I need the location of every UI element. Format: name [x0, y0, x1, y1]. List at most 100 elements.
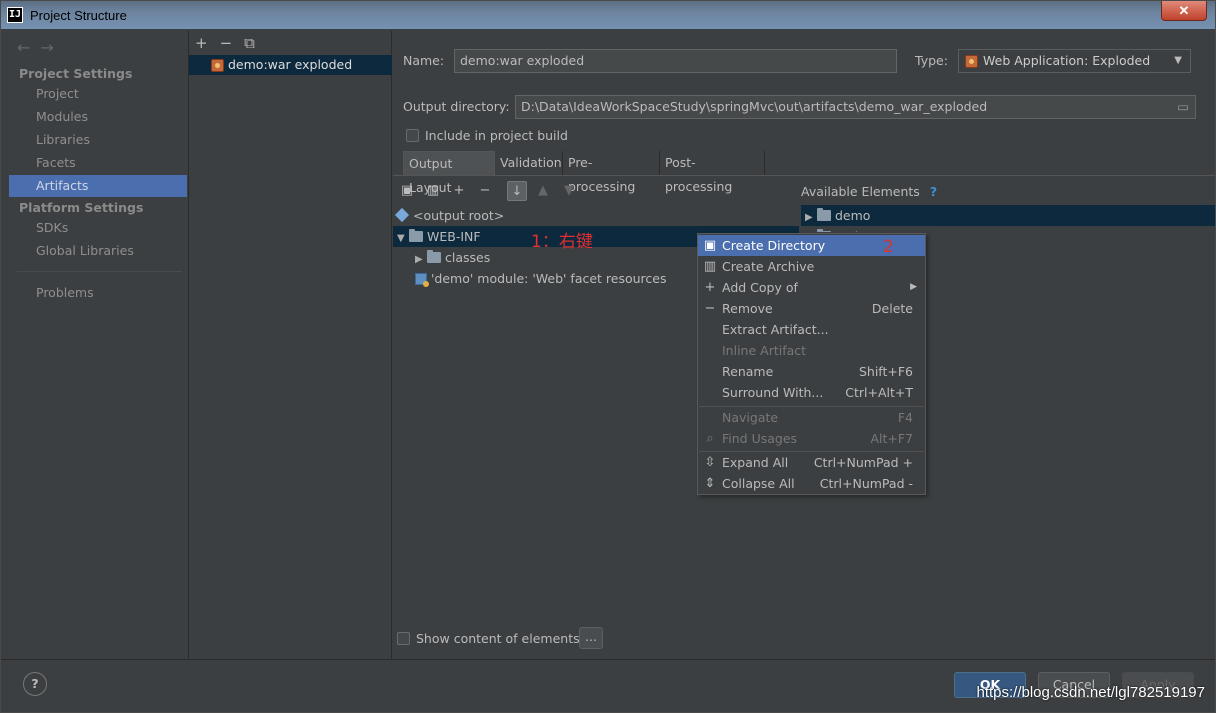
menu-item-extract-artifact[interactable]: Extract Artifact...	[698, 319, 925, 340]
more-options-button[interactable]: ...	[579, 627, 603, 649]
archive-icon: ▥	[703, 259, 717, 274]
tab-post-processing[interactable]: Post-processing	[660, 151, 765, 194]
folder-add-icon: ▣	[703, 238, 717, 253]
archive-icon[interactable]: ▥	[423, 181, 443, 201]
new-folder-icon[interactable]: ▣	[397, 181, 417, 201]
artifacts-list-panel: +−⧉ demo:war exploded	[189, 31, 392, 659]
type-dropdown[interactable]: Web Application: Exploded ▼	[958, 49, 1191, 73]
menu-item-inline-artifact[interactable]: Inline Artifact	[698, 340, 925, 361]
artifact-item-label: demo:war exploded	[228, 57, 353, 72]
sidebar-item-libraries[interactable]: Libraries	[9, 129, 187, 151]
menu-item-find-usages[interactable]: ⌕ Find Usages Alt+F7	[698, 428, 925, 449]
forward-arrow-icon[interactable]: →	[40, 38, 63, 57]
tab-validation[interactable]: Validation	[495, 151, 563, 175]
collapsed-triangle-icon[interactable]: ▶	[805, 207, 817, 228]
settings-sidebar: ←→ Project Settings Project Modules Libr…	[9, 31, 189, 659]
nav-arrows: ←→	[17, 38, 64, 57]
output-directory-field[interactable]: D:\Data\IdeaWorkSpaceStudy\springMvc\out…	[515, 95, 1196, 119]
chevron-down-icon: ▼	[1174, 55, 1182, 66]
folder-icon	[409, 229, 423, 242]
tree-label: spring	[835, 229, 874, 232]
sidebar-divider	[17, 271, 182, 272]
sidebar-item-modules[interactable]: Modules	[9, 106, 187, 128]
plus-icon: +	[704, 280, 716, 295]
collapse-all-icon: ⇕	[704, 476, 716, 491]
menu-item-expand-all[interactable]: ⇳ Expand All Ctrl+NumPad +	[698, 452, 925, 473]
sidebar-item-sdks[interactable]: SDKs	[9, 217, 187, 239]
show-content-checkbox[interactable]	[397, 632, 410, 645]
tree-row-facet-resources[interactable]: 'demo' module: 'Web' facet resources	[415, 268, 667, 289]
available-row-demo[interactable]: ▶ demo	[801, 205, 1215, 226]
folder-icon	[427, 250, 441, 263]
menu-item-remove[interactable]: − Remove Delete	[698, 298, 925, 319]
name-label: Name:	[403, 53, 445, 68]
tree-row-classes[interactable]: ▶ classes	[415, 247, 490, 268]
remove-artifact-icon[interactable]: −	[220, 34, 245, 52]
show-content-label: Show content of elements	[416, 631, 580, 646]
menu-item-navigate[interactable]: Navigate F4	[698, 407, 925, 428]
collapsed-triangle-icon[interactable]: ▶	[415, 249, 427, 270]
menu-item-surround-with[interactable]: Surround With... Ctrl+Alt+T	[698, 382, 925, 403]
project-structure-window: IJ Project Structure ✕ ←→ Project Settin…	[0, 0, 1216, 713]
menu-item-add-copy-of[interactable]: + Add Copy of ▶	[698, 277, 925, 298]
menu-item-rename[interactable]: Rename Shift+F6	[698, 361, 925, 382]
submenu-arrow-icon: ▶	[910, 282, 917, 292]
tree-label: classes	[445, 250, 491, 265]
menu-item-create-archive[interactable]: ▥ Create Archive	[698, 256, 925, 277]
sidebar-item-global-libraries[interactable]: Global Libraries	[9, 240, 187, 262]
search-icon: ⌕	[706, 431, 714, 446]
help-button[interactable]: ?	[23, 672, 47, 696]
output-directory-value: D:\Data\IdeaWorkSpaceStudy\springMvc\out…	[521, 99, 988, 114]
tree-label: 'demo' module: 'Web' facet resources	[431, 271, 667, 286]
add-artifact-icon[interactable]: +	[195, 34, 220, 52]
platform-settings-header: Platform Settings	[19, 200, 144, 215]
artifacts-toolbar: +−⧉	[195, 34, 267, 52]
menu-item-collapse-all[interactable]: ⇕ Collapse All Ctrl+NumPad -	[698, 473, 925, 494]
output-directory-label: Output directory:	[403, 99, 510, 114]
watermark-url: https://blog.csdn.net/lgl782519197	[976, 684, 1205, 701]
help-icon[interactable]: ?	[930, 184, 937, 199]
name-field[interactable]: demo:war exploded	[454, 49, 897, 73]
available-row-spring[interactable]: ▶ spring	[801, 226, 1215, 232]
artifact-item[interactable]: demo:war exploded	[189, 55, 392, 75]
window-title: Project Structure	[30, 8, 127, 23]
type-dropdown-value: Web Application: Exploded	[983, 53, 1151, 68]
available-elements-label: Available Elements ?	[801, 184, 938, 199]
tree-row-output-root[interactable]: <output root>	[393, 205, 799, 226]
sort-icon[interactable]: ↓	[507, 181, 527, 201]
output-root-icon	[394, 207, 410, 223]
project-settings-header: Project Settings	[19, 66, 133, 81]
sidebar-item-problems[interactable]: Problems	[9, 282, 187, 304]
expanded-triangle-icon[interactable]: ▼	[397, 228, 409, 249]
title-bar: IJ Project Structure ✕	[1, 1, 1215, 29]
back-arrow-icon[interactable]: ←	[17, 38, 40, 57]
annotation-step-1: 1：右键	[531, 232, 593, 252]
close-button[interactable]: ✕	[1161, 1, 1207, 21]
intellij-app-icon: IJ	[7, 7, 23, 23]
collapsed-triangle-icon: ▶	[805, 228, 817, 232]
tab-output-layout[interactable]: Output Layout	[403, 151, 495, 195]
tab-pre-processing[interactable]: Pre-processing	[563, 151, 660, 194]
type-label: Type:	[915, 53, 948, 68]
web-app-icon	[965, 55, 978, 68]
browse-folder-icon[interactable]: ▭	[1177, 96, 1189, 118]
move-down-icon[interactable]: ▼	[559, 181, 579, 201]
sidebar-item-facets[interactable]: Facets	[9, 152, 187, 174]
folder-icon	[817, 208, 831, 221]
context-menu: ▣ Create Directory ▥ Create Archive + Add C…	[697, 233, 926, 495]
tree-label: demo	[835, 208, 871, 223]
sidebar-item-artifacts[interactable]: Artifacts	[9, 175, 187, 197]
include-in-build-label: Include in project build	[425, 128, 568, 143]
expand-all-icon: ⇳	[704, 455, 716, 470]
include-in-build-checkbox[interactable]	[406, 129, 419, 142]
move-up-icon[interactable]: ▲	[533, 181, 553, 201]
minus-icon: −	[704, 301, 716, 316]
copy-artifact-icon[interactable]: ⧉	[244, 34, 267, 52]
add-copy-icon[interactable]: +	[449, 181, 469, 201]
tree-label: WEB-INF	[427, 229, 481, 244]
folder-icon	[817, 229, 831, 232]
module-icon	[415, 273, 429, 287]
remove-icon[interactable]: −	[475, 181, 495, 201]
tree-label: <output root>	[413, 208, 505, 223]
sidebar-item-project[interactable]: Project	[9, 83, 187, 105]
